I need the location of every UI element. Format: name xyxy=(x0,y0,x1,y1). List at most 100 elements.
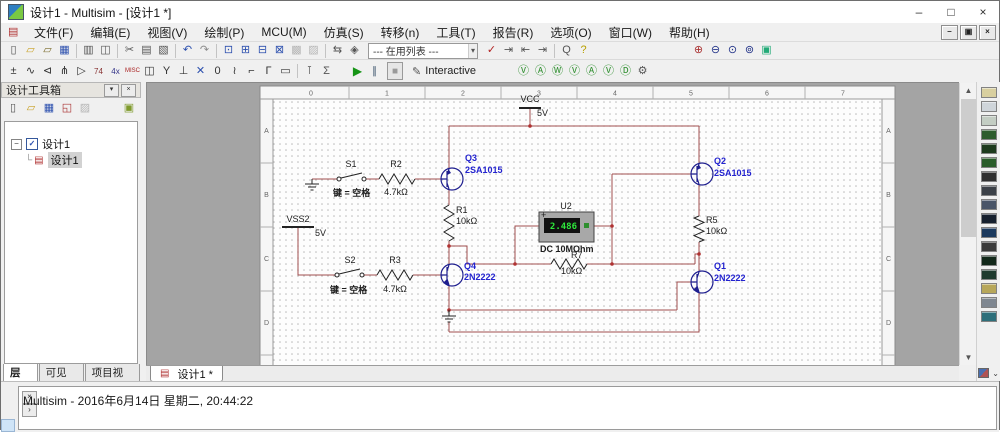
toolbar-overflow-icon[interactable]: ⌄ xyxy=(992,369,999,378)
probe-diff-voltage-icon[interactable]: Ⓥ xyxy=(600,64,617,79)
four-channel-oscilloscope-icon[interactable] xyxy=(981,143,997,154)
tektronix-oscilloscope-icon[interactable] xyxy=(981,311,997,322)
mdi-close-button[interactable]: × xyxy=(979,25,996,40)
scroll-down-arrow[interactable]: ▼ xyxy=(960,350,977,365)
mdi-minimize-button[interactable]: – xyxy=(941,25,958,40)
zoom-area-icon[interactable]: ⊙ xyxy=(724,43,741,58)
menu-options[interactable]: 选项(O) xyxy=(542,23,600,41)
logic-converter-icon[interactable] xyxy=(981,199,997,210)
schematic-canvas[interactable]: 0 1 2 3 4 5 6 7 A B C D A xyxy=(146,82,959,365)
place-ttl-icon[interactable]: 74 xyxy=(90,64,107,79)
place-indicator-icon[interactable]: Y xyxy=(158,64,175,79)
place-transistor-icon[interactable]: ⋔ xyxy=(56,64,73,79)
run-simulation-button[interactable]: ▶ xyxy=(349,64,366,79)
stop-simulation-button[interactable]: ■ xyxy=(392,66,398,77)
dock-collapse-button[interactable]: ▾ xyxy=(104,84,119,97)
place-diode-icon[interactable]: ⊲ xyxy=(39,64,56,79)
labview-instrument-icon[interactable] xyxy=(978,368,989,378)
save-design-icon[interactable]: ▦ xyxy=(40,101,58,116)
place-mcu-icon[interactable]: ▭ xyxy=(277,64,294,79)
menu-place[interactable]: 绘制(P) xyxy=(196,23,253,41)
place-peripheral-icon[interactable]: 0 xyxy=(209,64,226,79)
wattmeter-icon[interactable] xyxy=(981,115,997,126)
probe-power-icon[interactable]: Ⓦ xyxy=(549,64,566,79)
spectrum-analyzer-icon[interactable] xyxy=(981,255,997,266)
erc-check-icon[interactable]: ✓ xyxy=(483,43,500,58)
redo-icon[interactable]: ↷ xyxy=(196,43,213,58)
menu-mcu[interactable]: MCU(M) xyxy=(253,23,315,41)
snapshot-icon[interactable]: ▣ xyxy=(120,101,138,116)
menu-view[interactable]: 视图(V) xyxy=(139,23,196,41)
tree-root-row[interactable]: − ✓ 设计1 xyxy=(5,136,137,152)
probe-settings-icon[interactable]: ⚙ xyxy=(634,64,651,79)
probe-current-icon[interactable]: Ⓐ xyxy=(532,64,549,79)
hierarchical-block-icon[interactable]: ⊺ xyxy=(301,64,318,79)
place-misc-icon[interactable]: ✕ xyxy=(192,64,209,79)
multimeter-icon[interactable] xyxy=(981,87,997,98)
place-basic-icon[interactable]: ∿ xyxy=(22,64,39,79)
paste-icon[interactable]: ▧ xyxy=(155,43,172,58)
bode-plotter-icon[interactable] xyxy=(981,157,997,168)
import-icon[interactable]: ⇤ xyxy=(517,43,534,58)
schematic-svg[interactable]: 0 1 2 3 4 5 6 7 A B C D A xyxy=(147,83,960,366)
spreadsheet-view-icon[interactable]: ⊠ xyxy=(271,43,288,58)
hierarchy-icon[interactable]: ⇆ xyxy=(329,43,346,58)
probe-digital-icon[interactable]: Ⓓ xyxy=(617,64,634,79)
new-design-icon[interactable]: ▯ xyxy=(4,101,22,116)
bus-vector-icon[interactable]: ◈ xyxy=(346,43,363,58)
place-power-icon[interactable]: ⊥ xyxy=(175,64,192,79)
probe-current-gain-icon[interactable]: Ⓐ xyxy=(583,64,600,79)
menu-reports[interactable]: 报告(R) xyxy=(485,23,543,41)
design-view-icon[interactable]: ⊡ xyxy=(220,43,237,58)
place-connector-icon[interactable]: Γ xyxy=(260,64,277,79)
place-rf-icon[interactable]: ≀ xyxy=(226,64,243,79)
function-generator-icon[interactable] xyxy=(981,101,997,112)
tree-expander-icon[interactable]: − xyxy=(11,139,22,150)
iv-analyzer-icon[interactable] xyxy=(981,227,997,238)
logic-analyzer-icon[interactable] xyxy=(981,213,997,224)
in-use-list-dropdown[interactable]: --- 在用列表 --- ▾ xyxy=(368,43,478,59)
zoom-fit-icon[interactable]: ⊚ xyxy=(741,43,758,58)
oscilloscope-icon[interactable] xyxy=(981,129,997,140)
open-design-icon[interactable]: ▱ xyxy=(22,101,40,116)
frequency-counter-icon[interactable] xyxy=(981,171,997,182)
canvas-vertical-scrollbar[interactable]: ▲ ▼ xyxy=(959,83,977,365)
fullscreen-icon[interactable]: ▣ xyxy=(758,43,775,58)
pause-simulation-button[interactable]: ∥ xyxy=(366,64,383,79)
find-icon[interactable]: Q xyxy=(558,43,575,58)
close-button[interactable]: × xyxy=(967,1,999,23)
close-design-icon[interactable]: ◱ xyxy=(58,101,76,116)
maximize-button[interactable]: □ xyxy=(935,1,967,23)
menu-simulate[interactable]: 仿真(S) xyxy=(316,23,373,41)
print-icon[interactable]: ▥ xyxy=(80,43,97,58)
cut-icon[interactable]: ✂ xyxy=(121,43,138,58)
distortion-analyzer-icon[interactable] xyxy=(981,241,997,252)
agilent-function-generator-icon[interactable] xyxy=(981,283,997,294)
place-analog-icon[interactable]: ▷ xyxy=(73,64,90,79)
tree-checkbox-icon[interactable]: ✓ xyxy=(26,138,38,150)
open-sample-icon[interactable]: ▱ xyxy=(39,43,56,58)
mdi-restore-button[interactable]: ▣ xyxy=(960,25,977,40)
tree-child-row[interactable]: └ ▤ 设计1 xyxy=(5,152,137,168)
menu-help[interactable]: 帮助(H) xyxy=(661,23,719,41)
menu-tools[interactable]: 工具(T) xyxy=(428,23,484,41)
menu-window[interactable]: 窗口(W) xyxy=(601,23,661,41)
scrollbar-thumb[interactable] xyxy=(961,99,976,237)
copy-icon[interactable]: ▤ xyxy=(138,43,155,58)
interactive-mode-dropdown[interactable]: ✎ Interactive xyxy=(407,64,481,79)
print-preview-icon[interactable]: ◫ xyxy=(97,43,114,58)
place-misc-digital-icon[interactable]: MISC xyxy=(124,64,141,79)
undo-icon[interactable]: ↶ xyxy=(179,43,196,58)
document-tab-design1[interactable]: ▤ 设计1 * xyxy=(150,366,223,382)
place-cmos-icon[interactable]: 4x xyxy=(107,64,124,79)
grapher-icon[interactable]: ⊟ xyxy=(254,43,271,58)
transfer-icon[interactable]: ⇥ xyxy=(534,43,551,58)
dock-close-button[interactable]: × xyxy=(121,84,136,97)
export-netlist-icon[interactable]: ⇥ xyxy=(500,43,517,58)
network-analyzer-icon[interactable] xyxy=(981,269,997,280)
zoom-out-icon[interactable]: ⊖ xyxy=(707,43,724,58)
zoom-in-icon[interactable]: ⊕ xyxy=(690,43,707,58)
dropdown-caret-icon[interactable]: ▾ xyxy=(468,44,477,58)
probe-voltage-icon[interactable]: Ⓥ xyxy=(515,64,532,79)
menu-transfer[interactable]: 转移(n) xyxy=(373,23,429,41)
